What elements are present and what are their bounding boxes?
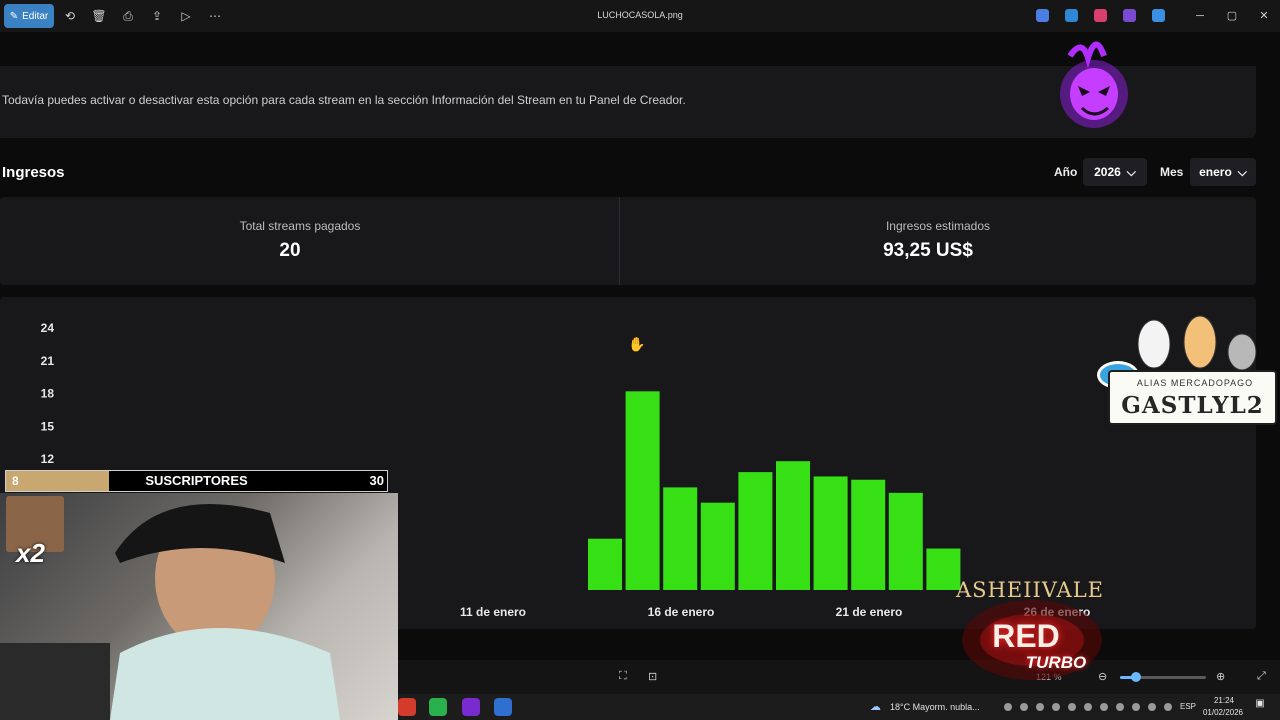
fullscreen-icon[interactable]: ⤢ [1257, 670, 1266, 683]
network-icon[interactable] [1132, 703, 1140, 711]
stat-label: Ingresos estimados [885, 219, 991, 233]
chart-bar[interactable] [625, 391, 660, 590]
stat-value: 93,25 US$ [883, 240, 973, 261]
notification-icon[interactable]: ▣ [1252, 698, 1268, 714]
close-icon[interactable]: ✕ [1256, 8, 1272, 24]
stat-label: Total streams pagados [239, 219, 361, 233]
obs-icon[interactable] [462, 698, 480, 716]
tray-icon[interactable] [1020, 703, 1028, 711]
x-tick-label: 16 de enero [648, 605, 715, 619]
language-indicator[interactable]: ESP [1180, 702, 1196, 711]
y-tick-label: 15 [41, 419, 55, 433]
volume-icon[interactable] [1148, 703, 1156, 711]
clock-time[interactable]: 21:24 [1204, 696, 1244, 705]
tray-icon[interactable] [1036, 703, 1044, 711]
mercadopago-caption: ALIAS MERCADOPAGO [1136, 378, 1254, 388]
clock-date[interactable]: 01/02/2026 [1198, 708, 1248, 717]
year-value: 2026 [1094, 165, 1121, 179]
copilot-icon[interactable] [1036, 9, 1049, 22]
tray-icon[interactable] [1116, 703, 1124, 711]
tray-icon[interactable] [1052, 703, 1060, 711]
delete-icon[interactable]: 🗑 [91, 8, 107, 24]
zoom-in-icon[interactable]: ⊕ [1216, 670, 1225, 683]
y-tick-label: 24 [41, 321, 55, 335]
app-icon[interactable] [1094, 9, 1107, 22]
fit-screen-icon[interactable]: ⛶ [619, 670, 627, 683]
subscriber-count: 8 [12, 474, 19, 488]
cats-illustration [1130, 312, 1260, 371]
chart-bar[interactable] [738, 472, 773, 590]
edit-button[interactable]: ✎ Editar [4, 4, 54, 28]
app-icon[interactable] [1065, 9, 1078, 22]
chevron-down-icon: ⌵ [1126, 164, 1136, 179]
subscriber-goal-fill [6, 471, 109, 491]
month-label: Mes [1160, 165, 1184, 179]
tray-icon[interactable] [1068, 703, 1076, 711]
chart-bar[interactable] [813, 476, 848, 590]
month-select[interactable]: enero ⌵ [1190, 158, 1256, 186]
zoom-slider-thumb[interactable] [1131, 672, 1141, 682]
tray-icon[interactable] [1100, 703, 1108, 711]
tray-icon[interactable] [1084, 703, 1092, 711]
mercadopago-alias: GASTLYL2 [1121, 392, 1264, 419]
chrome-icon[interactable] [398, 698, 416, 716]
y-tick-label: 18 [41, 387, 55, 401]
chart-bar[interactable] [888, 492, 923, 590]
x-tick-label: 11 de enero [460, 605, 526, 619]
share-icon[interactable]: ⇪ [149, 8, 165, 24]
stats-divider [619, 197, 620, 285]
logo-sub-text: TURBO [1025, 653, 1087, 672]
tray-icon[interactable] [1004, 703, 1012, 711]
meme-multiplier: x2 [16, 538, 45, 568]
logo-main-text: RED [992, 618, 1060, 654]
subscriber-goal: 30 [369, 473, 384, 488]
rotate-icon[interactable]: ⟲ [62, 8, 78, 24]
edit-button-label: Editar [22, 10, 49, 22]
chart-bar[interactable] [851, 479, 886, 590]
year-select[interactable]: 2026 ⌵ [1083, 158, 1147, 186]
y-tick-label: 21 [41, 354, 55, 368]
whatsapp-icon[interactable] [429, 698, 447, 716]
chart-bar[interactable] [663, 487, 698, 590]
print-icon[interactable]: ⎙ [120, 8, 136, 24]
onedrive-icon[interactable] [1152, 9, 1165, 22]
subscriber-label: SUSCRIPTORES [145, 473, 248, 488]
year-label: Año [1054, 165, 1078, 179]
month-value: enero [1199, 165, 1232, 179]
battery-icon[interactable] [1164, 703, 1172, 711]
chevron-down-icon: ⌵ [1237, 164, 1247, 179]
weather-text[interactable]: 18°C Mayorm. nubla... [890, 702, 980, 712]
y-tick-label: 12 [41, 452, 55, 466]
photos-app-icon[interactable] [494, 698, 512, 716]
edit-icon: ✎ [9, 10, 19, 22]
x-tick-label: 21 de enero [836, 605, 903, 619]
maximize-icon[interactable]: ▢ [1224, 8, 1240, 24]
actual-size-icon[interactable]: ⊡ [648, 670, 657, 683]
notice-text: Todavía puedes activar o desactivar esta… [2, 93, 686, 107]
file-name: LUCHOCASOLA.png [597, 10, 683, 20]
slideshow-icon[interactable]: ▷ [178, 8, 194, 24]
hand-cursor-icon: ✋ [628, 336, 646, 352]
weather-icon: ☁ [870, 701, 881, 713]
chart-bar[interactable] [700, 502, 735, 590]
chart-bar[interactable] [776, 461, 810, 590]
chart-bar[interactable] [588, 538, 622, 590]
more-icon[interactable]: ⋯ [207, 8, 223, 24]
section-title: Ingresos [2, 164, 65, 181]
stat-value: 20 [279, 240, 301, 261]
minimize-icon[interactable]: ─ [1192, 8, 1208, 24]
gastly-ghost-overlay [1052, 28, 1142, 136]
app-icon[interactable] [1123, 9, 1136, 22]
logo-top-text: ASHEIIVALE [956, 578, 1104, 602]
